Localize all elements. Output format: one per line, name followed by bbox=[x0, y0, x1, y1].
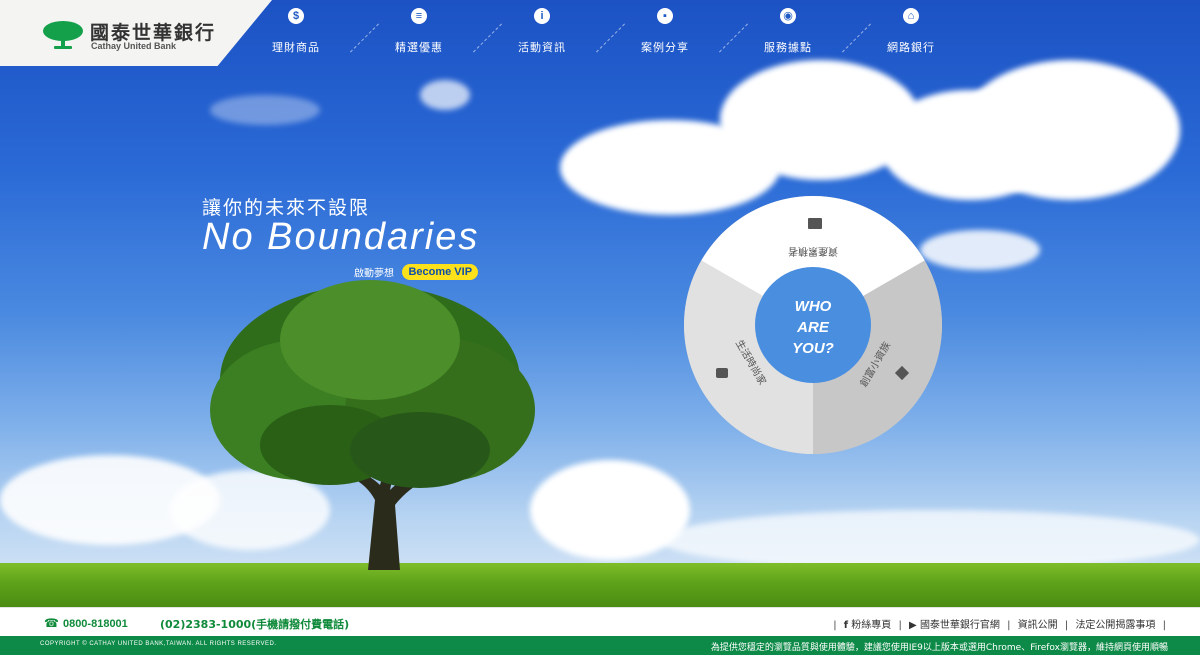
logo-tree-icon bbox=[43, 21, 83, 49]
cloud bbox=[420, 80, 470, 110]
sub-text: 啟動夢想 bbox=[354, 268, 394, 280]
become-vip-button[interactable]: Become VIP bbox=[402, 263, 479, 280]
nav-item-offers[interactable]: ≡ 精選優惠 bbox=[369, 8, 469, 55]
list-icon: ≡ bbox=[411, 8, 427, 24]
brand-name-en: Cathay United Bank bbox=[91, 41, 177, 51]
facebook-icon: f bbox=[843, 620, 849, 631]
hero-banner bbox=[0, 0, 1200, 607]
info-bar: ☎ 0800-818001 (02)2383-1000(手機請撥付費電話) | f… bbox=[0, 607, 1200, 636]
info-disclosure-link[interactable]: 資訊公開 bbox=[1018, 620, 1058, 631]
nav-item-case-sharing[interactable]: ▪ 案例分享 bbox=[615, 8, 715, 55]
tree-image bbox=[210, 280, 535, 570]
fan-page-link[interactable]: 粉絲專頁 bbox=[851, 620, 891, 631]
play-icon: ▶ bbox=[909, 620, 917, 631]
wheel-center-line-2: ARE bbox=[796, 319, 830, 336]
briefcase-icon bbox=[808, 218, 822, 229]
toll-free-phone[interactable]: ☎ 0800-818001 bbox=[44, 616, 128, 630]
segment-label: 資產累積者 bbox=[788, 245, 838, 258]
bank-icon: ⌂ bbox=[903, 8, 919, 24]
mobile-phone[interactable]: (02)2383-1000(手機請撥付費電話) bbox=[160, 616, 349, 632]
copyright-bar: COPYRIGHT © CATHAY UNITED BANK,TAIWAN. A… bbox=[0, 636, 1200, 655]
nav-item-branches[interactable]: ◉ 服務據點 bbox=[738, 8, 838, 55]
location-pin-icon: ◉ bbox=[780, 8, 796, 24]
cloud bbox=[960, 60, 1180, 200]
nav-item-wealth-products[interactable]: $ 理財商品 bbox=[246, 8, 346, 55]
legal-disclosure-link[interactable]: 法定公開揭露事項 bbox=[1075, 620, 1155, 631]
wheel-center-line-3: YOU? bbox=[792, 340, 834, 357]
official-site-link[interactable]: 國泰世華銀行官網 bbox=[920, 620, 1000, 631]
nav-label: 案例分享 bbox=[641, 41, 689, 54]
nav-label: 精選優惠 bbox=[395, 41, 443, 54]
nav-label: 活動資訊 bbox=[518, 41, 566, 54]
vip-row: 啟動夢想 Become VIP bbox=[354, 263, 479, 281]
dollar-icon: $ bbox=[288, 8, 304, 24]
nav-label: 網路銀行 bbox=[887, 41, 935, 54]
phone-icon: ☎ bbox=[44, 616, 59, 630]
cloud bbox=[210, 95, 320, 125]
phone-number: 0800-818001 bbox=[62, 618, 128, 630]
persona-wheel: WHO ARE YOU? 資產累積者 創富小資族 生活時尚家 bbox=[684, 196, 942, 454]
shopping-bag-icon bbox=[716, 368, 728, 378]
info-icon: i bbox=[534, 8, 550, 24]
nav-item-online-banking[interactable]: ⌂ 網路銀行 bbox=[861, 8, 961, 55]
nav-label: 服務據點 bbox=[764, 41, 812, 54]
chat-icon: ▪ bbox=[657, 8, 673, 24]
nav-item-events[interactable]: i 活動資訊 bbox=[492, 8, 592, 55]
cloud bbox=[660, 510, 1200, 570]
footer-links: | f 粉絲專頁 | ▶ 國泰世華銀行官網 | 資訊公開 | 法定公開揭露事項 … bbox=[833, 620, 1166, 631]
copyright-text: COPYRIGHT © CATHAY UNITED BANK,TAIWAN. A… bbox=[40, 641, 277, 647]
tagline-en: No Boundaries bbox=[202, 216, 480, 258]
wheel-center-line-1: WHO bbox=[795, 298, 832, 315]
browser-notice: 為提供您穩定的瀏覽品質與使用體驗，建議您使用IE9以上版本或選用Chrome、F… bbox=[710, 643, 1168, 653]
nav-label: 理財商品 bbox=[272, 41, 320, 54]
